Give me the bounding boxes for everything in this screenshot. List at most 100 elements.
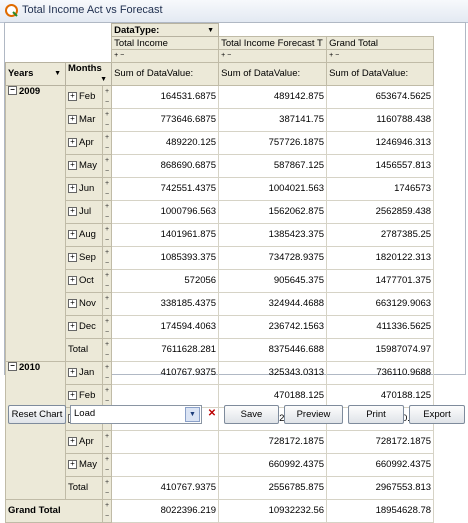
expand-collapse-control[interactable]: +−: [101, 176, 113, 201]
collapse-icon[interactable]: −: [8, 362, 17, 372]
value-cell: 663129.9063: [326, 291, 435, 316]
measure-header: Sum of DataValue:: [111, 61, 220, 86]
column-header-total-income[interactable]: Total Income: [111, 36, 220, 50]
save-button[interactable]: Save: [224, 405, 279, 424]
value-cell: 1000796.563: [111, 199, 220, 224]
month-label: Jun: [79, 183, 95, 194]
expand-collapse-control[interactable]: +−: [101, 153, 113, 178]
total-value: 8375446.688: [218, 337, 328, 362]
year-label: 2009: [19, 85, 41, 97]
clear-icon[interactable]: ✕: [204, 405, 220, 422]
preview-button[interactable]: Preview: [284, 405, 343, 424]
expand-collapse-control[interactable]: +−: [101, 130, 113, 155]
expand-collapse-control[interactable]: +−: [101, 268, 113, 293]
table-row: + Aug + −1401961.875 1385423.375 2787385.25: [6, 222, 435, 247]
expand-icon[interactable]: +: [68, 367, 77, 377]
expand-collapse-control[interactable]: + −: [218, 49, 328, 63]
month-cell[interactable]: + Feb: [65, 84, 103, 109]
expand-icon[interactable]: +: [68, 183, 77, 193]
row-field-months[interactable]: Months ▼: [64, 61, 113, 86]
expand-icon[interactable]: +: [68, 321, 77, 331]
value-cell: 728172.1875: [326, 429, 435, 454]
expand-icon[interactable]: +: [68, 137, 77, 147]
measure-header: Sum of DataValue:: [218, 61, 328, 86]
column-header-forecast[interactable]: Total Income Forecast T: [218, 36, 328, 50]
month-label: Jan: [79, 367, 95, 378]
value-cell: 742551.4375: [111, 176, 220, 201]
month-cell[interactable]: + May: [65, 153, 103, 178]
load-dropdown[interactable]: Load ▼: [70, 405, 202, 424]
expand-collapse-control[interactable]: +−: [101, 383, 113, 408]
table-row: + Sep + −1085393.375 734728.9375 1820122.313: [6, 245, 435, 270]
value-cell: 1085393.375: [111, 245, 220, 270]
table-row: + Dec + −174594.4063 236742.1563 411336.5625: [6, 314, 435, 339]
total-value: 2556785.875: [218, 475, 328, 500]
value-cell: 489142.875: [218, 84, 328, 109]
chevron-down-icon[interactable]: ▼: [185, 407, 200, 422]
month-cell[interactable]: + Jun: [65, 176, 103, 201]
expand-collapse-control[interactable]: +−: [101, 498, 113, 523]
expand-collapse-control[interactable]: +−: [101, 199, 113, 224]
month-cell[interactable]: + Sep: [65, 245, 103, 270]
year-cell[interactable]: −2010: [5, 360, 66, 500]
expand-collapse-control[interactable]: +−: [101, 222, 113, 247]
expand-collapse-control[interactable]: +−: [101, 314, 113, 339]
month-cell[interactable]: + Feb: [65, 383, 103, 408]
expand-icon[interactable]: +: [68, 229, 77, 239]
expand-collapse-control[interactable]: +−: [101, 107, 113, 132]
expand-icon[interactable]: +: [68, 275, 77, 285]
expand-collapse-control[interactable]: + −: [326, 49, 435, 63]
table-row: −2009 + Feb + −164531.6875 489142.875 653674.5…: [5, 84, 435, 362]
expand-collapse-control[interactable]: +−: [101, 452, 113, 477]
month-cell[interactable]: + Nov: [65, 291, 103, 316]
expand-collapse-control[interactable]: +−: [101, 84, 113, 109]
export-button[interactable]: Export: [409, 405, 465, 424]
row-field-years[interactable]: Years ▼: [5, 61, 66, 86]
month-cell[interactable]: + Apr: [65, 130, 103, 155]
dropdown-arrow-icon: ▼: [54, 70, 61, 77]
reset-chart-button[interactable]: Reset Chart: [8, 405, 66, 424]
month-cell[interactable]: + Aug: [65, 222, 103, 247]
expand-collapse-control[interactable]: +−: [101, 291, 113, 316]
print-button[interactable]: Print: [348, 405, 404, 424]
expand-collapse-control[interactable]: +−: [101, 475, 113, 500]
measure-header: Sum of DataValue:: [326, 61, 435, 86]
expand-collapse-control[interactable]: +−: [101, 245, 113, 270]
value-cell: 1246946.313: [326, 130, 435, 155]
month-cell[interactable]: + Jul: [65, 199, 103, 224]
value-cell: 470188.125: [218, 383, 328, 408]
month-cell[interactable]: + Apr: [65, 429, 103, 454]
year-cell[interactable]: −2009: [5, 84, 66, 362]
value-cell: [111, 452, 220, 477]
month-cell[interactable]: + Jan: [65, 360, 103, 385]
month-label: Dec: [79, 321, 96, 332]
total-value: 7611628.281: [111, 337, 220, 362]
expand-icon[interactable]: +: [68, 298, 77, 308]
expand-icon[interactable]: +: [68, 206, 77, 216]
value-cell: 1160788.438: [326, 107, 435, 132]
expand-collapse-control[interactable]: +−: [101, 337, 113, 362]
value-cell: 1004021.563: [218, 176, 328, 201]
expand-collapse-control[interactable]: +−: [101, 429, 113, 454]
value-cell: 1562062.875: [218, 199, 328, 224]
expand-icon[interactable]: +: [68, 390, 77, 400]
expand-collapse-control[interactable]: + −: [111, 49, 220, 63]
datatype-filter[interactable]: DataType: ▼: [111, 23, 220, 37]
expand-icon[interactable]: +: [68, 160, 77, 170]
expand-icon[interactable]: +: [68, 91, 77, 101]
column-header-grand-total[interactable]: Grand Total: [326, 36, 435, 50]
expand-icon[interactable]: +: [68, 252, 77, 262]
expand-icon[interactable]: +: [68, 436, 77, 446]
collapse-icon[interactable]: −: [8, 86, 17, 96]
expand-icon[interactable]: +: [68, 114, 77, 124]
month-label: May: [79, 160, 97, 171]
expand-collapse-control[interactable]: +−: [101, 360, 113, 385]
expand-icon[interactable]: +: [68, 459, 77, 469]
month-cell[interactable]: + Dec: [65, 314, 103, 339]
value-cell: 470188.125: [326, 383, 435, 408]
month-cell[interactable]: +Mar: [65, 107, 103, 132]
month-cell[interactable]: + Oct: [65, 268, 103, 293]
month-label: Apr: [79, 137, 94, 148]
month-cell[interactable]: + May: [65, 452, 103, 477]
dropdown-arrow-icon[interactable]: ▼: [207, 25, 214, 36]
